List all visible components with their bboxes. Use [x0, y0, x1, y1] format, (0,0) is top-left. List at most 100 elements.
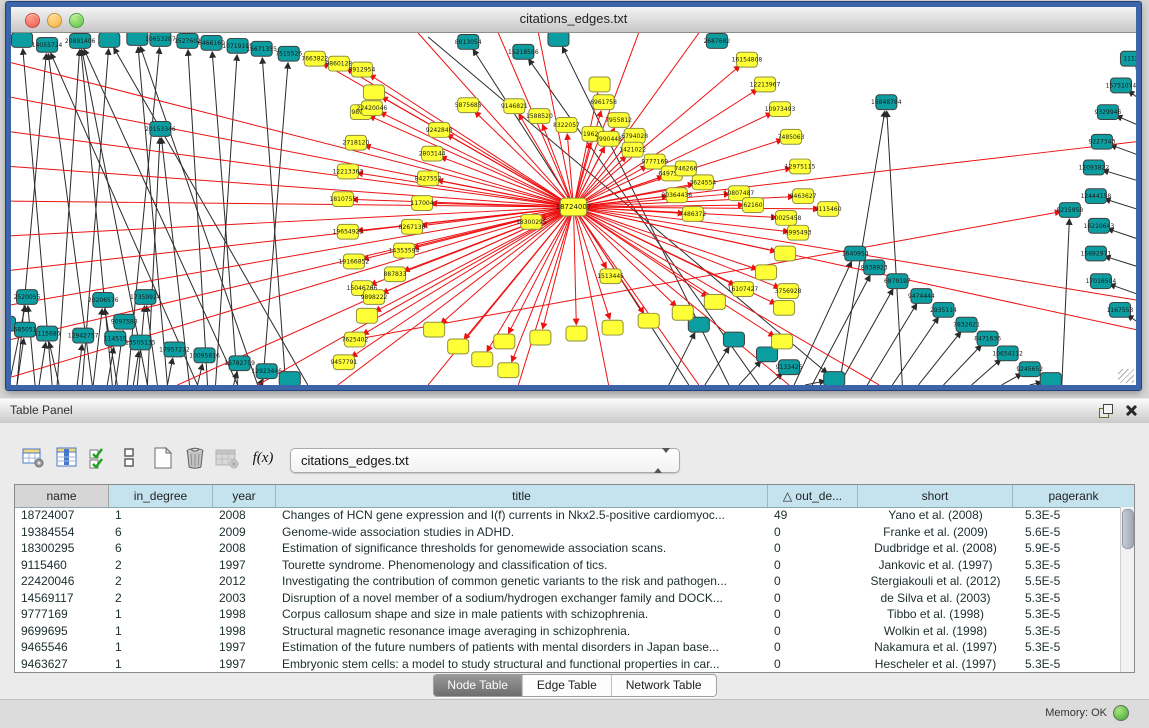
column-header-out_de[interactable]: △ out_de...	[768, 485, 858, 507]
scrollbar-thumb[interactable]	[1122, 509, 1134, 549]
network-node[interactable]	[772, 334, 793, 349]
network-node[interactable]: 8912954	[349, 62, 376, 77]
tab-node-table[interactable]: Node Table	[433, 675, 523, 696]
network-node[interactable]: 5875685	[455, 98, 482, 113]
tab-edge-table[interactable]: Edge Table	[523, 675, 612, 696]
network-node[interactable]: 8267130	[399, 219, 426, 234]
table-selector-dropdown[interactable]: citations_edges.txt	[290, 448, 680, 473]
network-node[interactable]: 8471636	[974, 331, 1001, 346]
network-node[interactable]: 16671355	[246, 41, 277, 56]
network-node[interactable]: 9898222	[361, 290, 388, 305]
network-node[interactable]: 12213363	[333, 164, 364, 179]
network-node[interactable]	[424, 322, 445, 337]
network-node[interactable]: 7832621	[953, 317, 980, 332]
network-node[interactable]: 16107427	[728, 282, 759, 297]
network-node[interactable]: 1527602	[174, 33, 201, 48]
network-node[interactable]: 2718120	[343, 135, 370, 150]
network-node[interactable]: 9457791	[330, 355, 357, 370]
table-mode-icon[interactable]	[116, 445, 142, 471]
table-row[interactable]: 2242004622012Investigating the contribut…	[15, 573, 1121, 590]
network-node[interactable]: 19166852	[339, 254, 370, 269]
network-node[interactable]: 3624554	[689, 175, 716, 190]
table-row[interactable]: 1830029562008Estimation of significance …	[15, 540, 1121, 557]
network-node[interactable]: 7955812	[605, 113, 632, 128]
network-node[interactable]	[279, 372, 300, 385]
select-columns-icon[interactable]	[86, 445, 112, 471]
network-node[interactable]: 7625402	[342, 332, 369, 347]
network-node[interactable]: 17016504	[1086, 274, 1117, 289]
network-node[interactable]: 15692971	[1081, 246, 1112, 261]
network-node[interactable]: 9329946	[1095, 105, 1122, 120]
network-node[interactable]	[589, 77, 610, 92]
network-node[interactable]: 1115686	[34, 326, 61, 341]
network-node[interactable]: 18724007	[556, 198, 592, 216]
network-node[interactable]: 16848784	[871, 95, 902, 110]
network-node[interactable]: 8427552	[415, 171, 442, 186]
network-node[interactable]: 8322057	[553, 118, 580, 133]
network-node[interactable]: 7485063	[778, 129, 805, 144]
network-node[interactable]: 6995493	[785, 225, 812, 240]
network-node[interactable]: 1640954	[842, 246, 869, 261]
network-node[interactable]: 7486372	[679, 207, 706, 222]
table-row[interactable]: 911546021997Tourette syndrome. Phenomeno…	[15, 557, 1121, 574]
table-row[interactable]: 946554611997Estimation of the future num…	[15, 639, 1121, 656]
network-window-titlebar[interactable]: citations_edges.txt	[11, 7, 1136, 33]
column-header-in_degree[interactable]: in_degree	[109, 485, 213, 507]
network-node[interactable]: 6466160	[198, 35, 225, 50]
network-node[interactable]: 114519	[104, 331, 127, 346]
network-node[interactable]: 9474444	[908, 289, 935, 304]
network-node[interactable]: 1421022	[619, 142, 646, 157]
network-node[interactable]	[774, 300, 795, 315]
network-node[interactable]: 2803144	[419, 146, 446, 161]
network-node[interactable]: 19654923	[333, 224, 364, 239]
network-node[interactable]: 10973493	[765, 102, 796, 117]
network-node[interactable]	[672, 305, 693, 320]
network-node[interactable]: 8813054	[455, 34, 482, 49]
network-node[interactable]: 7663822	[301, 51, 328, 66]
network-node[interactable]: 3756928	[775, 284, 802, 299]
column-header-year[interactable]: year	[213, 485, 276, 507]
network-node[interactable]	[99, 33, 120, 47]
table-row[interactable]: 1872400712008Changes of HCN gene express…	[15, 507, 1121, 524]
network-node[interactable]: 18300295	[516, 214, 547, 229]
network-node[interactable]: 6961758	[590, 95, 617, 110]
network-node[interactable]: 10025458	[771, 210, 802, 225]
network-node[interactable]: 9133426	[776, 360, 803, 375]
network-node[interactable]	[548, 33, 569, 46]
network-node[interactable]	[566, 326, 587, 341]
network-node[interactable]	[775, 246, 796, 261]
table-row[interactable]: 977716911998Corpus callosum shape and si…	[15, 606, 1121, 623]
network-node[interactable]: 12975115	[785, 159, 816, 174]
table-vertical-scrollbar[interactable]	[1120, 507, 1134, 672]
network-node[interactable]: 10654112	[992, 346, 1023, 361]
network-node[interactable]: 117004	[411, 196, 434, 211]
memory-status-indicator-icon[interactable]	[1113, 705, 1129, 721]
network-node[interactable]: 9097588	[111, 314, 138, 329]
network-node[interactable]: 12942757	[68, 328, 99, 343]
column-header-pagerank[interactable]: pagerank	[1013, 485, 1134, 507]
network-node[interactable]: 20364436	[661, 188, 692, 203]
network-node[interactable]: 7515526	[275, 46, 302, 61]
network-node[interactable]: 1513445	[597, 269, 624, 284]
network-node[interactable]: 9227343	[1089, 134, 1116, 149]
network-node[interactable]: 10095816	[189, 348, 220, 363]
network-node[interactable]: 887833	[384, 267, 407, 282]
network-node[interactable]: 15751074	[1106, 78, 1136, 93]
network-node[interactable]	[824, 372, 845, 385]
network-node[interactable]: 1810755	[329, 192, 356, 207]
network-node[interactable]: 22420046	[357, 101, 388, 116]
network-node[interactable]: 16154808	[732, 52, 763, 67]
table-row[interactable]: 1938455462009Genome-wide association stu…	[15, 524, 1121, 541]
network-node[interactable]: 9463627	[790, 189, 817, 204]
network-node[interactable]: 20891406	[65, 33, 96, 48]
network-node[interactable]: 20206576	[88, 293, 119, 308]
network-node[interactable]: 10653287	[145, 33, 176, 46]
network-node[interactable]: 17359924	[130, 290, 161, 305]
column-header-short[interactable]: short	[858, 485, 1013, 507]
network-view-canvas[interactable]: 1405572420891406106532871527602646616010…	[11, 33, 1136, 385]
network-node[interactable]	[363, 85, 384, 100]
network-node[interactable]: 2687682	[703, 33, 730, 48]
network-node[interactable]	[602, 320, 623, 335]
network-node[interactable]	[755, 265, 776, 280]
tab-network-table[interactable]: Network Table	[612, 675, 716, 696]
